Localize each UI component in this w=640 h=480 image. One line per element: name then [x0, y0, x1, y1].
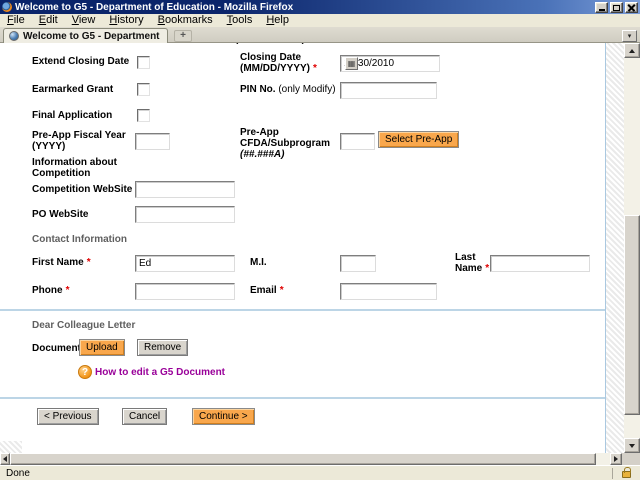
calendar-icon: ▦	[347, 58, 356, 68]
vertical-scrollbar-thumb[interactable]	[624, 215, 640, 415]
minimize-button[interactable]	[595, 1, 608, 13]
first-name-label: First Name *	[32, 257, 91, 268]
competition-website-label: Competition WebSite	[32, 184, 133, 195]
extend-closing-date-checkbox[interactable]	[137, 56, 150, 69]
contact-information-header: Contact Information	[32, 234, 127, 245]
page-background-pattern	[605, 43, 624, 453]
clipped-scrolled-text: (MM/DD/YYYY)	[235, 43, 345, 46]
menu-bar: File Edit View History Bookmarks Tools H…	[0, 14, 640, 27]
required-asterisk: *	[86, 257, 91, 268]
earmarked-grant-checkbox[interactable]	[137, 83, 150, 96]
mi-label: M.I.	[250, 257, 267, 268]
arrow-up-icon	[629, 48, 635, 53]
menu-tools[interactable]: Tools	[220, 14, 260, 27]
padlock-icon	[622, 467, 631, 478]
information-about-competition-label: Information about Competition	[32, 157, 117, 179]
page-background-pattern	[0, 441, 22, 453]
scroll-down-button[interactable]	[624, 438, 640, 453]
arrow-right-icon	[614, 456, 618, 462]
horizontal-scrollbar[interactable]	[0, 453, 622, 465]
final-application-checkbox[interactable]	[137, 109, 150, 122]
remove-button[interactable]: Remove	[137, 339, 189, 356]
minimize-icon	[598, 8, 605, 11]
section-divider	[0, 397, 605, 399]
previous-button[interactable]: < Previous	[37, 408, 99, 425]
po-website-input[interactable]	[135, 206, 235, 223]
close-button[interactable]	[625, 1, 638, 13]
required-asterisk: *	[313, 63, 317, 74]
status-bar: Done	[0, 465, 640, 480]
tab-welcome-g5[interactable]: Welcome to G5 - Department of Edu...	[3, 28, 168, 43]
vertical-scrollbar[interactable]	[624, 43, 640, 453]
menu-edit[interactable]: Edit	[32, 14, 65, 27]
final-application-label: Final Application	[32, 110, 113, 121]
document-label: Document	[32, 343, 81, 354]
tab-title: Welcome to G5 - Department of Edu...	[23, 30, 162, 42]
required-asterisk: *	[279, 285, 284, 296]
continue-button[interactable]: Continue >	[192, 408, 255, 425]
po-website-label: PO WebSite	[32, 209, 89, 220]
menu-bookmarks[interactable]: Bookmarks	[151, 14, 220, 27]
page-content: (MM/DD/YYYY) Extend Closing Date Closing…	[0, 43, 624, 453]
security-indicator[interactable]	[612, 467, 640, 479]
phone-input[interactable]	[135, 283, 235, 300]
email-label: Email *	[250, 285, 284, 296]
earmarked-grant-label: Earmarked Grant	[32, 84, 114, 95]
section-divider	[0, 309, 605, 311]
firefox-logo-icon	[2, 2, 12, 12]
window-title: Welcome to G5 - Department of Education …	[15, 1, 294, 13]
list-all-tabs-button[interactable]: ▾	[622, 30, 637, 42]
menu-file[interactable]: File	[0, 14, 32, 27]
question-mark-icon[interactable]: ?	[78, 365, 92, 379]
close-icon	[628, 4, 635, 11]
phone-label: Phone *	[32, 285, 70, 296]
closing-date-label: Closing Date (MM/DD/YYYY) *	[240, 52, 317, 74]
restore-button[interactable]	[610, 1, 623, 13]
pre-app-fiscal-year-label: Pre-App Fiscal Year (YYYY)	[32, 130, 126, 152]
first-name-input[interactable]	[135, 255, 235, 272]
email-input[interactable]	[340, 283, 437, 300]
last-name-label: Last Name *	[455, 252, 490, 274]
new-tab-button[interactable]: +	[174, 30, 192, 42]
mi-input[interactable]	[340, 255, 376, 272]
menu-history[interactable]: History	[102, 14, 150, 27]
competition-website-input[interactable]	[135, 181, 235, 198]
help-link-row[interactable]: ? How to edit a G5 Document	[78, 365, 225, 379]
tab-favicon-globe-icon	[9, 31, 19, 41]
calendar-picker-button[interactable]: ▦	[345, 57, 358, 70]
title-bar: Welcome to G5 - Department of Education …	[0, 0, 640, 14]
pin-no-label: PIN No. (only Modify)	[240, 84, 336, 95]
horizontal-scrollbar-thumb[interactable]	[10, 453, 596, 465]
scroll-up-button[interactable]	[624, 43, 640, 58]
scroll-left-button[interactable]	[0, 453, 10, 465]
how-to-edit-g5-document-link[interactable]: How to edit a G5 Document	[95, 367, 225, 378]
required-asterisk: *	[65, 285, 70, 296]
pre-app-cfda-label: Pre-App CFDA/Subprogram (##.###A)	[240, 127, 330, 160]
scroll-right-button[interactable]	[610, 453, 622, 465]
scrollbar-corner	[622, 453, 640, 465]
required-asterisk: *	[485, 263, 490, 274]
extend-closing-date-label: Extend Closing Date	[32, 56, 130, 67]
dear-colleague-letter-header: Dear Colleague Letter	[32, 320, 136, 331]
pre-app-cfda-input[interactable]	[340, 133, 375, 150]
arrow-down-icon	[629, 443, 635, 448]
pre-app-fiscal-year-input[interactable]	[135, 133, 170, 150]
menu-help[interactable]: Help	[259, 14, 296, 27]
pin-no-input[interactable]	[340, 82, 437, 99]
menu-view[interactable]: View	[65, 14, 103, 27]
arrow-left-icon	[3, 456, 7, 462]
restore-icon	[613, 4, 620, 11]
last-name-input[interactable]	[490, 255, 590, 272]
tab-bar: Welcome to G5 - Department of Edu... + ▾	[0, 27, 640, 43]
select-pre-app-button[interactable]: Select Pre-App	[378, 131, 460, 148]
status-text: Done	[6, 467, 30, 479]
cancel-button[interactable]: Cancel	[122, 408, 168, 425]
upload-button[interactable]: Upload	[79, 339, 125, 356]
